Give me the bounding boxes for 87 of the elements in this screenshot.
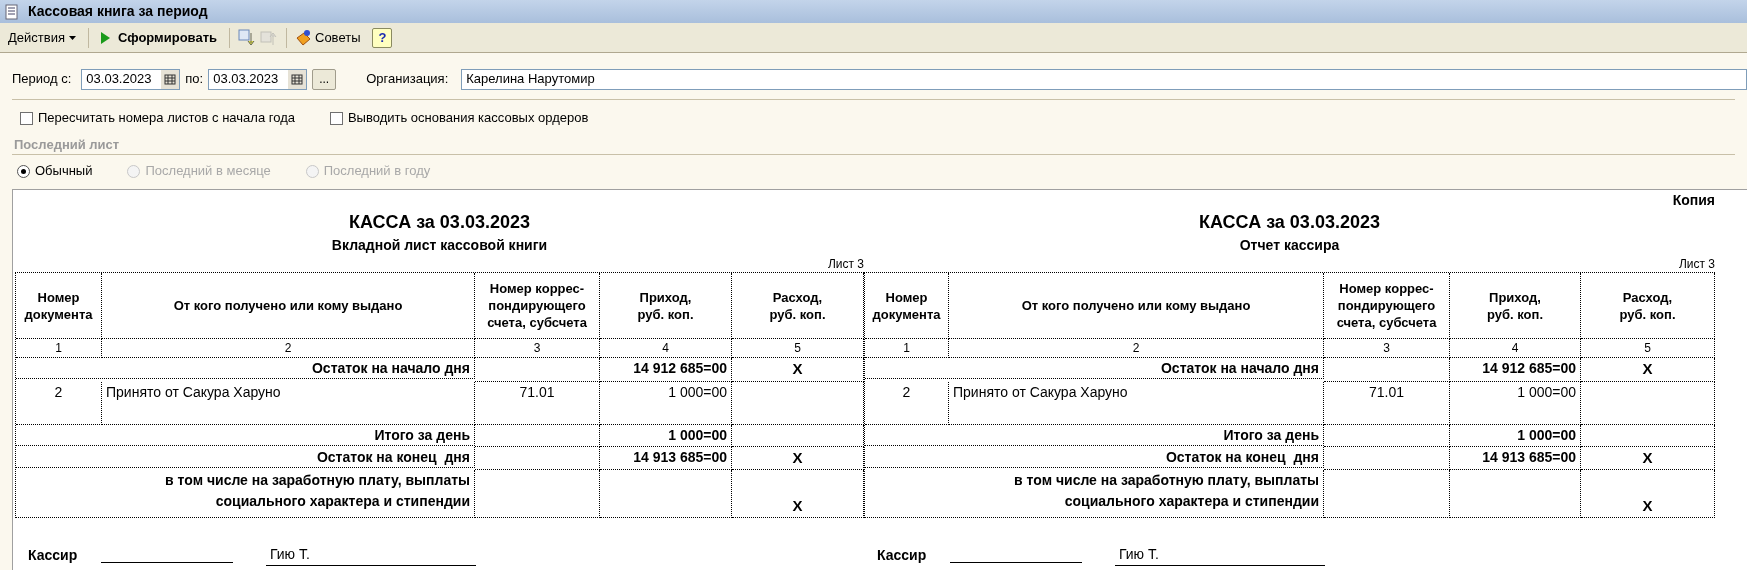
column-header: Номер коррес- пондирующего счета, субсчета bbox=[475, 273, 600, 339]
description-cell: Принято от Сакура Харуно bbox=[102, 381, 475, 425]
radio-label: Обычный bbox=[35, 162, 93, 181]
income-cell: 14 913 685=00 bbox=[600, 446, 732, 470]
income-cell: 1 000=00 bbox=[1450, 381, 1581, 425]
expense-cell: X bbox=[1581, 470, 1715, 518]
checkbox[interactable] bbox=[329, 111, 343, 125]
play-icon bbox=[100, 31, 110, 44]
table-arrow-icon[interactable] bbox=[260, 28, 278, 47]
column-number: 1 bbox=[865, 339, 949, 358]
income-cell: 14 912 685=00 bbox=[600, 358, 732, 382]
income-cell: 1 000=00 bbox=[1450, 424, 1581, 447]
row-label: Остаток на начало дня bbox=[16, 358, 475, 379]
column-number: 2 bbox=[949, 339, 1324, 358]
table-arrow-icon[interactable] bbox=[238, 28, 256, 47]
signature-role: Кассир bbox=[877, 546, 928, 565]
checkbox-label: Выводить основания кассовых ордеров bbox=[347, 109, 589, 128]
radio-button[interactable] bbox=[17, 164, 30, 178]
actions-menu[interactable]: Действия bbox=[4, 27, 80, 48]
calendar-icon bbox=[161, 69, 180, 89]
signature-role: Кассир bbox=[28, 546, 79, 565]
document-icon bbox=[4, 3, 20, 20]
row-label: в том числе на заработную плату, выплаты социального характера и стипендии bbox=[865, 470, 1324, 518]
date-field[interactable]: 03.03.2023 bbox=[208, 68, 308, 90]
period-to-label: по: bbox=[185, 70, 204, 89]
column-number: 5 bbox=[732, 339, 864, 358]
copy-label: Копия bbox=[1672, 191, 1715, 210]
caret-icon bbox=[68, 35, 76, 40]
column-number: 5 bbox=[1581, 339, 1715, 358]
sheet-number: Лист 3 bbox=[827, 256, 864, 272]
sheet-number: Лист 3 bbox=[1678, 256, 1715, 272]
row-label: Остаток на конец дня bbox=[16, 446, 475, 468]
expense-cell: X bbox=[732, 470, 864, 518]
report-subtitle: Вкладной лист кассовой книги bbox=[331, 236, 548, 255]
column-header: Номер коррес- пондирующего счета, субсчета bbox=[1324, 273, 1450, 339]
checkbox-label: Пересчитать номера листов с начала года bbox=[38, 109, 295, 128]
period-from-label: Период с: bbox=[12, 70, 72, 89]
expense-cell: X bbox=[1581, 358, 1715, 382]
row-label: Итого за день bbox=[865, 424, 1324, 446]
account-cell: 71.01 bbox=[475, 381, 600, 425]
description-cell: Принято от Сакура Харуно bbox=[949, 381, 1324, 425]
income-cell: 1 000=00 bbox=[600, 381, 732, 425]
date-field[interactable]: 03.03.2023 bbox=[81, 68, 181, 90]
row-label: Итого за день bbox=[16, 424, 475, 446]
expense-cell: X bbox=[1581, 446, 1715, 470]
row-label: Остаток на начало дня bbox=[865, 358, 1324, 379]
column-header: От кого получено или кому выдано bbox=[949, 273, 1324, 339]
column-header: Расход, руб. коп. bbox=[1581, 273, 1715, 339]
column-number: 3 bbox=[1324, 339, 1450, 358]
income-cell: 1 000=00 bbox=[600, 424, 732, 447]
radio-label: Последний в году bbox=[323, 162, 431, 181]
column-number: 2 bbox=[102, 339, 475, 358]
account-cell: 71.01 bbox=[1324, 381, 1450, 425]
report-subtitle: Отчет кассира bbox=[1239, 236, 1340, 255]
column-header: Приход, руб. коп. bbox=[1450, 273, 1581, 339]
column-number: 4 bbox=[1450, 339, 1581, 358]
expense-cell: X bbox=[732, 446, 864, 470]
window-title: Кассовая книга за период bbox=[28, 2, 208, 21]
report-title: КАССА за 03.03.2023 bbox=[1199, 211, 1380, 234]
column-header: От кого получено или кому выдано bbox=[102, 273, 475, 339]
column-number: 4 bbox=[600, 339, 732, 358]
generate-button[interactable]: Сформировать bbox=[96, 27, 221, 48]
column-number: 3 bbox=[475, 339, 600, 358]
radio-label: Последний в месяце bbox=[145, 162, 271, 181]
signature-name: Гию Т. bbox=[266, 544, 476, 566]
tips-button[interactable]: Советы bbox=[295, 27, 361, 48]
report-title: КАССА за 03.03.2023 bbox=[349, 211, 530, 234]
organization-label: Организация: bbox=[366, 70, 449, 89]
column-header: Приход, руб. коп. bbox=[600, 273, 732, 339]
row-label: Остаток на конец дня bbox=[865, 446, 1324, 468]
column-number: 1 bbox=[16, 339, 102, 358]
income-cell: 14 912 685=00 bbox=[1450, 358, 1581, 382]
column-header: Номер документа bbox=[16, 273, 102, 339]
checkbox[interactable] bbox=[20, 111, 33, 125]
calendar-icon bbox=[288, 69, 307, 89]
help-button[interactable]: ? bbox=[372, 27, 393, 48]
column-header: Расход, руб. коп. bbox=[732, 273, 864, 339]
section-title: Последний лист bbox=[14, 136, 120, 155]
period-select-button[interactable]: ... bbox=[312, 68, 337, 90]
row-label: в том числе на заработную плату, выплаты социального характера и стипендии bbox=[16, 470, 475, 518]
column-header: Номер документа bbox=[865, 273, 949, 339]
expense-cell: X bbox=[732, 358, 864, 382]
signature-name: Гию Т. bbox=[1115, 544, 1325, 566]
document-number-cell: 2 bbox=[865, 381, 949, 425]
organization-field[interactable]: Карелина Нарутомир bbox=[461, 68, 1747, 90]
income-cell: 14 913 685=00 bbox=[1450, 446, 1581, 470]
document-number-cell: 2 bbox=[16, 381, 102, 425]
